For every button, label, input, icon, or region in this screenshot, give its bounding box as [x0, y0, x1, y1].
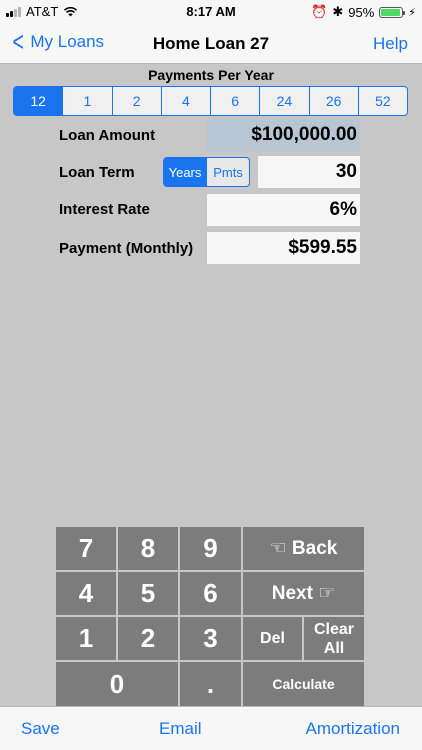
- navigation-bar: < My Loans Home Loan 27 Help: [0, 24, 422, 64]
- bottom-toolbar: Save Email Amortization: [0, 706, 422, 750]
- term-unit-pmts[interactable]: Pmts: [206, 158, 249, 186]
- back-key[interactable]: ☜ Back: [243, 527, 364, 570]
- key-9[interactable]: 9: [180, 527, 241, 570]
- ppy-option-4[interactable]: 4: [160, 87, 210, 115]
- alarm-icon: ⏰: [311, 4, 328, 19]
- payments-per-year-segmented-control: 12 1 2 4 6 24 26 52: [13, 86, 408, 116]
- term-unit-years[interactable]: Years: [164, 158, 206, 186]
- chevron-left-icon: <: [12, 26, 24, 57]
- loan-term-field[interactable]: 30: [258, 156, 360, 188]
- key-3[interactable]: 3: [180, 617, 241, 660]
- ppy-option-26[interactable]: 26: [308, 87, 358, 115]
- ppy-option-52[interactable]: 52: [357, 87, 407, 115]
- help-button[interactable]: Help: [373, 34, 408, 54]
- ppy-option-2[interactable]: 2: [111, 87, 161, 115]
- delete-key[interactable]: Del: [243, 617, 302, 660]
- back-button[interactable]: < My Loans: [10, 26, 105, 57]
- key-7[interactable]: 7: [56, 527, 116, 570]
- email-button[interactable]: Email: [159, 719, 202, 739]
- save-button[interactable]: Save: [21, 719, 60, 739]
- ppy-option-24[interactable]: 24: [259, 87, 308, 115]
- next-key[interactable]: Next ☞: [243, 572, 364, 615]
- loan-term-label: Loan Term: [59, 164, 135, 181]
- key-8[interactable]: 8: [118, 527, 178, 570]
- payment-label: Payment (Monthly): [59, 240, 194, 257]
- status-right: ⏰ ✱ 95% ⚡: [311, 4, 416, 20]
- decimal-key[interactable]: .: [180, 662, 241, 706]
- ppy-option-6[interactable]: 6: [210, 87, 259, 115]
- battery-fill: [381, 8, 401, 16]
- bluetooth-icon: ✱: [332, 4, 344, 19]
- ppy-option-1[interactable]: 1: [62, 87, 111, 115]
- key-5[interactable]: 5: [118, 572, 178, 615]
- charging-icon: ⚡: [408, 6, 416, 19]
- payment-field[interactable]: $599.55: [207, 232, 360, 264]
- interest-rate-field[interactable]: 6%: [207, 194, 360, 226]
- keypad: 7 8 9 ☜ Back 4 5 6 Next ☞ 1 2 3 Del Clea…: [55, 526, 365, 706]
- loan-amount-field[interactable]: $100,000.00: [207, 119, 360, 151]
- interest-rate-label: Interest Rate: [59, 201, 150, 218]
- payments-per-year-label: Payments Per Year: [148, 67, 274, 83]
- back-label: My Loans: [30, 32, 105, 51]
- calculate-key[interactable]: Calculate: [243, 662, 364, 706]
- key-6[interactable]: 6: [180, 572, 241, 615]
- ppy-option-12[interactable]: 12: [14, 87, 63, 115]
- loan-amount-label: Loan Amount: [59, 127, 156, 144]
- status-bar: AT&T 8:17 AM ⏰ ✱ 95% ⚡: [0, 0, 422, 24]
- clear-all-line-1: Clear: [313, 620, 355, 638]
- clear-all-line-2: All: [323, 639, 345, 657]
- loan-term-unit-segmented-control: Years Pmts: [163, 157, 250, 187]
- key-4[interactable]: 4: [56, 572, 116, 615]
- key-1[interactable]: 1: [56, 617, 116, 660]
- clear-all-key[interactable]: Clear All: [304, 617, 364, 660]
- battery-percent: 95%: [348, 4, 375, 20]
- battery-icon: [379, 6, 406, 18]
- key-2[interactable]: 2: [118, 617, 178, 660]
- amortization-button[interactable]: Amortization: [306, 719, 400, 739]
- key-0[interactable]: 0: [56, 662, 178, 706]
